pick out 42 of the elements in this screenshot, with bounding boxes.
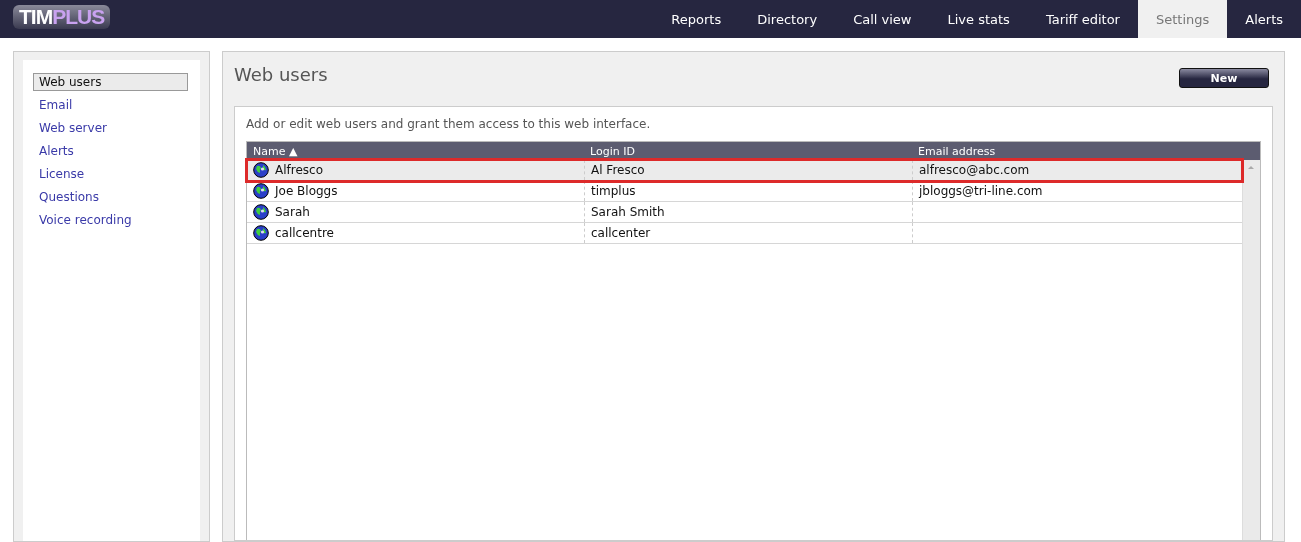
globe-icon <box>253 183 269 199</box>
nav-tab[interactable]: Settings <box>1137 0 1228 38</box>
column-header[interactable]: Name ▲ <box>247 144 584 158</box>
scrollbar[interactable] <box>1242 160 1260 540</box>
scroll-up-icon[interactable] <box>1248 166 1254 169</box>
page-title: Web users <box>234 64 328 85</box>
sidebar-item[interactable]: Web server <box>33 119 188 137</box>
table-cell: timplus <box>591 184 636 198</box>
table-row[interactable]: Sarah Sarah Smith <box>247 202 1242 223</box>
nav-tab[interactable]: Directory <box>739 0 836 38</box>
table-cell: Sarah Smith <box>591 205 665 219</box>
logo-text: PLUS <box>52 5 105 29</box>
description-text: Add or edit web users and grant them access to this web interface. <box>246 117 652 131</box>
table-row[interactable]: Joe Bloggs timplus jbloggs@tri-line.com <box>247 181 1242 202</box>
nav-tab[interactable]: Alerts <box>1227 0 1301 38</box>
table-cell: callcentre <box>275 226 334 240</box>
table-cell: Sarah <box>275 205 310 219</box>
sidebar-item[interactable]: Voice recording <box>33 211 188 229</box>
nav-tab[interactable]: Call view <box>835 0 930 38</box>
table-cell: Al Fresco <box>591 163 645 177</box>
sidebar-item[interactable]: Questions <box>33 188 188 206</box>
new-button[interactable]: New <box>1179 68 1269 88</box>
table-cell: Joe Bloggs <box>275 184 338 198</box>
table-row[interactable]: callcentre callcenter <box>247 223 1242 244</box>
globe-icon <box>253 225 269 241</box>
table-row[interactable]: Alfresco Al Fresco alfresco@abc.com <box>247 160 1242 181</box>
sidebar-item[interactable]: License <box>33 165 188 183</box>
logo-text: TIM <box>19 5 53 29</box>
sidebar-item[interactable]: Web users <box>33 73 188 91</box>
column-header[interactable]: Login ID <box>584 144 912 158</box>
column-header[interactable]: Email address <box>912 144 1243 158</box>
globe-icon <box>253 204 269 220</box>
table-cell: alfresco@abc.com <box>919 163 1030 177</box>
globe-icon <box>253 162 269 178</box>
table-cell: jbloggs@tri-line.com <box>919 184 1043 198</box>
nav-tab[interactable]: Tariff editor <box>1027 0 1138 38</box>
sidebar-item[interactable]: Alerts <box>33 142 188 160</box>
table-cell: callcenter <box>591 226 651 240</box>
sidebar-item[interactable]: Email <box>33 96 188 114</box>
nav-tab[interactable]: Live stats <box>929 0 1028 38</box>
nav-tab[interactable]: Reports <box>653 0 740 38</box>
table-cell: Alfresco <box>275 163 323 177</box>
